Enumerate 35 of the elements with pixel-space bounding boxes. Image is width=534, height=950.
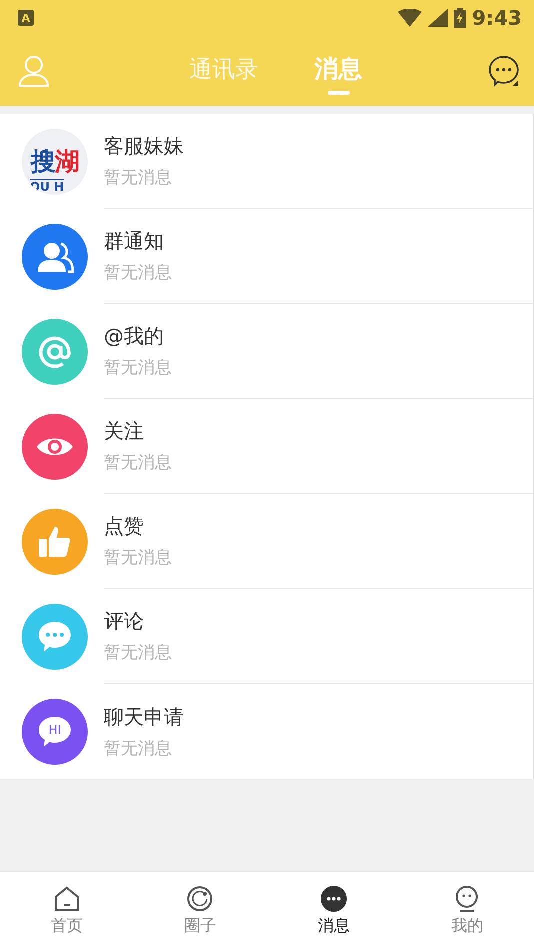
nav-tab[interactable]: 圈子 <box>134 872 267 950</box>
avatar-text: HI <box>48 722 62 736</box>
conversation-preview: 暂无消息 <box>104 738 172 760</box>
notification-icon: A <box>18 10 34 26</box>
conversation-title[interactable]: 点赞 <box>104 513 144 540</box>
battery-icon <box>454 8 466 28</box>
conversation-title[interactable]: 客服妹妹 <box>104 133 184 160</box>
at-sign-icon <box>38 334 72 368</box>
signal-icon <box>428 9 448 27</box>
nav-tab[interactable]: 消息 <box>267 872 400 950</box>
conversation-preview: 暂无消息 <box>104 452 172 474</box>
face-icon <box>454 886 480 912</box>
conversation-title[interactable]: @我的 <box>104 323 164 350</box>
thumbs-up-icon <box>38 524 72 558</box>
conversation-preview: 暂无消息 <box>104 547 172 569</box>
conversation-preview: 暂无消息 <box>104 642 172 664</box>
home-icon <box>54 886 80 912</box>
conversation-title[interactable]: 聊天申请 <box>104 704 184 730</box>
conversation-title[interactable]: 评论 <box>104 608 144 635</box>
clock-time: 9:43 <box>472 6 522 30</box>
nav-tab[interactable]: 我的 <box>400 872 534 950</box>
logo-text: 湖 <box>55 147 79 176</box>
circle-icon <box>187 886 214 912</box>
chat-bubble-icon <box>37 620 73 654</box>
chat-icon <box>320 886 347 912</box>
conversation-title[interactable]: 群通知 <box>104 228 164 255</box>
chat-more-icon[interactable] <box>488 55 520 87</box>
nav-tab[interactable]: 首页 <box>0 872 134 950</box>
conversation-preview: 暂无消息 <box>104 262 172 284</box>
wifi-icon <box>398 9 422 27</box>
conversation-title[interactable]: 关注 <box>104 418 144 445</box>
speech-bubble-icon <box>37 714 73 748</box>
conversation-preview: 暂无消息 <box>104 357 172 379</box>
conversation-preview: 暂无消息 <box>104 167 172 189</box>
logo-text: 搜 <box>31 147 55 176</box>
